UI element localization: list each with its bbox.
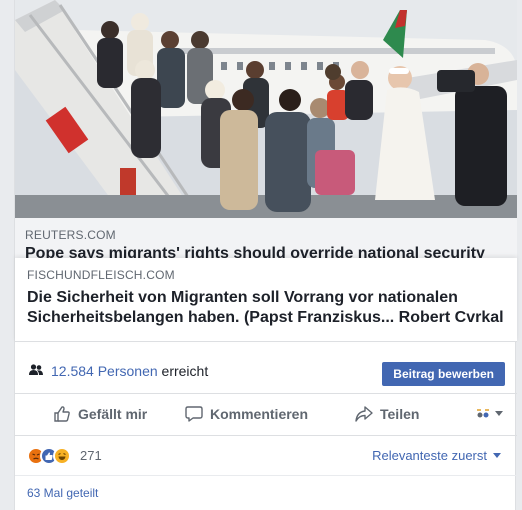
boost-post-button[interactable]: Beitrag bewerben <box>382 362 505 386</box>
audience-switch-icon <box>477 409 489 418</box>
comment-button[interactable]: Kommentieren <box>185 405 308 423</box>
link-domain: FISCHUNDFLEISCH.COM <box>27 268 175 282</box>
comment-sort-select[interactable]: Relevanteste zuerst <box>372 448 501 463</box>
audience-switch[interactable] <box>475 407 503 419</box>
like-button[interactable]: Gefällt mir <box>53 405 147 423</box>
chevron-down-icon <box>495 410 503 416</box>
comment-label: Kommentieren <box>210 406 309 422</box>
post-card: REUTERS.COM Pope says migrants' rights s… <box>14 0 517 510</box>
reach-row: 12.584 Personen erreicht Beitrag bewerbe… <box>15 352 517 394</box>
original-link-caption[interactable]: REUTERS.COM Pope says migrants' rights s… <box>15 218 517 258</box>
share-button[interactable]: Teilen <box>355 405 419 423</box>
original-domain: REUTERS.COM <box>25 228 116 242</box>
shared-photo[interactable] <box>15 0 517 218</box>
reach-text: 12.584 Personen erreicht <box>51 363 208 379</box>
reaction-icons[interactable] <box>27 447 71 465</box>
original-title: Pope says migrants' rights should overri… <box>25 245 485 258</box>
chevron-down-icon <box>493 453 501 458</box>
haha-reaction-icon <box>53 447 71 465</box>
share-icon <box>355 406 373 422</box>
people-icon <box>29 364 43 375</box>
reach-count-link[interactable]: 12.584 Personen <box>51 363 158 379</box>
shares-row: 63 Mal geteilt <box>15 476 517 510</box>
sort-label: Relevanteste zuerst <box>372 448 487 463</box>
link-card[interactable]: FISCHUNDFLEISCH.COM Die Sicherheit von M… <box>15 258 517 342</box>
shared-link-preview[interactable]: REUTERS.COM Pope says migrants' rights s… <box>15 0 517 258</box>
reach-suffix: erreicht <box>157 363 209 379</box>
shares-count-link[interactable]: 63 Mal geteilt <box>27 486 98 500</box>
reactions-row: 271 Relevanteste zuerst <box>15 436 517 476</box>
comment-icon <box>185 406 203 422</box>
like-label: Gefällt mir <box>78 406 148 422</box>
reaction-count[interactable]: 271 <box>80 448 102 463</box>
action-row: Gefällt mir Kommentieren Teilen <box>15 394 517 436</box>
share-label: Teilen <box>380 406 420 422</box>
thumbs-up-icon <box>54 406 70 422</box>
link-title[interactable]: Die Sicherheit von Migranten soll Vorran… <box>27 288 511 328</box>
